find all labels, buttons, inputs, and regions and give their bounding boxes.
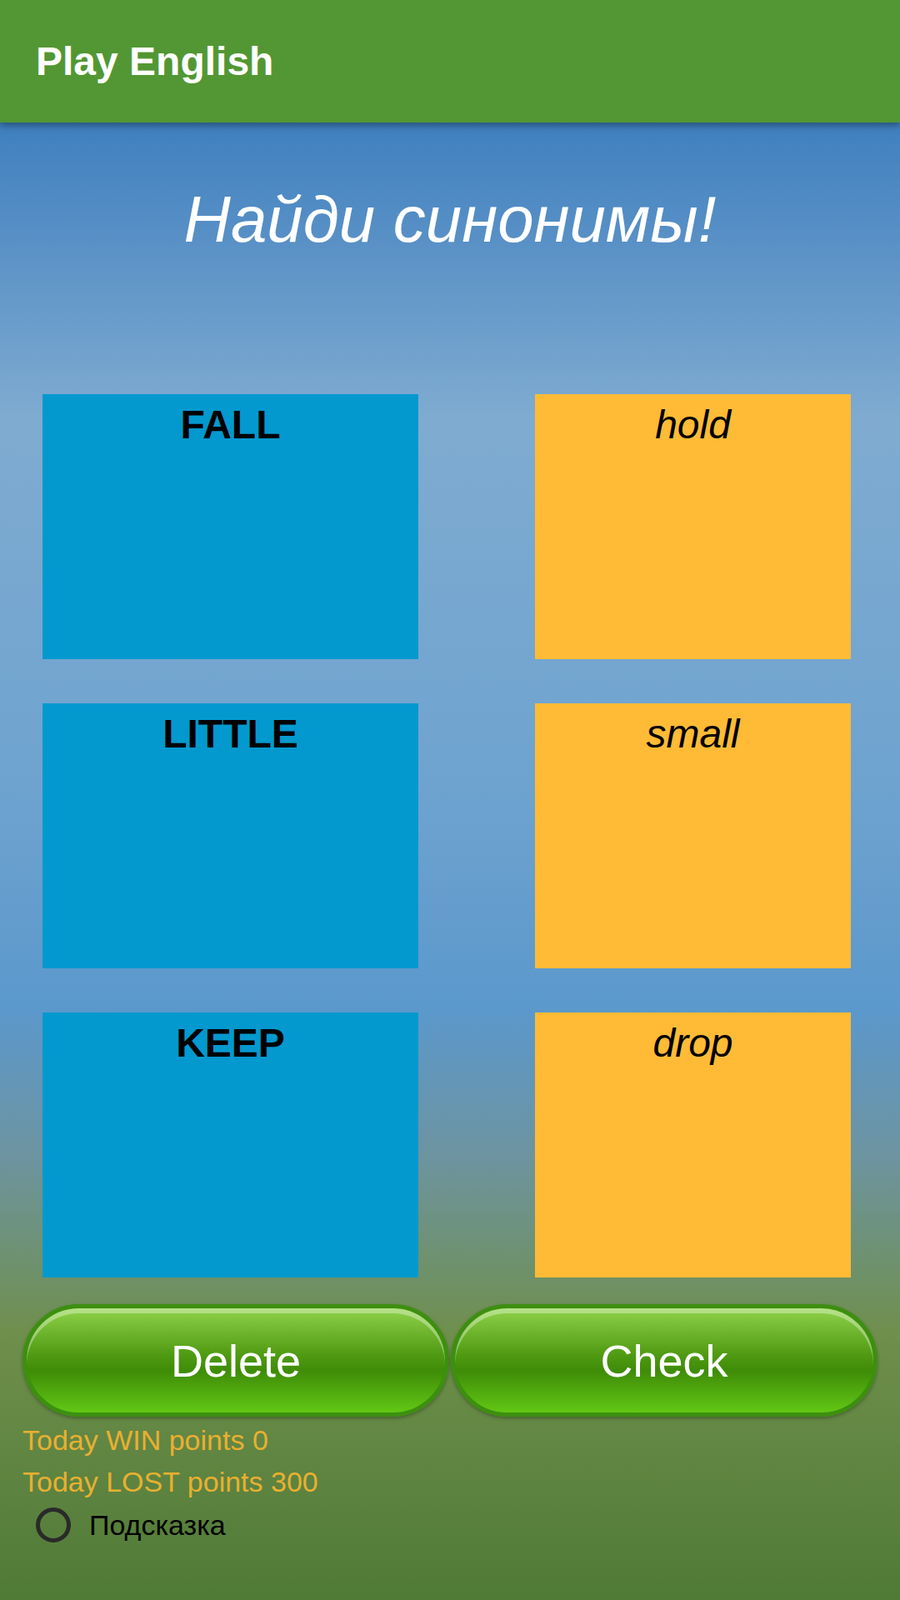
word-label: LITTLE [162,710,299,759]
app-title: Play English [35,38,274,85]
word-card[interactable]: FALL [42,394,419,660]
hint-radio[interactable]: Подсказка [0,1504,900,1546]
button-row: DeleteCheck [0,1304,900,1417]
action-button[interactable]: Delete [22,1304,450,1417]
word-card[interactable]: KEEP [42,1012,419,1278]
option-card[interactable]: drop [535,1012,851,1278]
stat-line: Today LOST points 300 [22,1460,900,1503]
word-label: FALL [180,400,281,450]
option-card[interactable]: hold [535,394,851,660]
word-board: FALL hold LITTLE small KEEP drop [0,394,900,1278]
hint-label: Подсказка [89,1504,226,1546]
word-label: KEEP [175,1019,285,1068]
option-label: hold [655,400,731,450]
option-label: drop [652,1019,733,1068]
stat-line: Today WIN points 0 [22,1419,900,1461]
action-button[interactable]: Check [450,1304,878,1417]
option-card[interactable]: small [535,703,851,969]
radio-icon[interactable] [35,1507,71,1543]
option-label: small [645,710,740,759]
background-picture: Найди синонимы! FALL hold LITTLE small KEE… [0,122,900,1600]
word-card[interactable]: LITTLE [42,703,419,969]
stats: Today WIN points 0Today LOST points 300 [0,1419,900,1503]
task-heading: Найди синонимы! [0,179,900,260]
game-screen: Play English Найди синонимы! FALL hold LI… [0,0,900,1600]
app-bar: Play English [0,0,900,123]
